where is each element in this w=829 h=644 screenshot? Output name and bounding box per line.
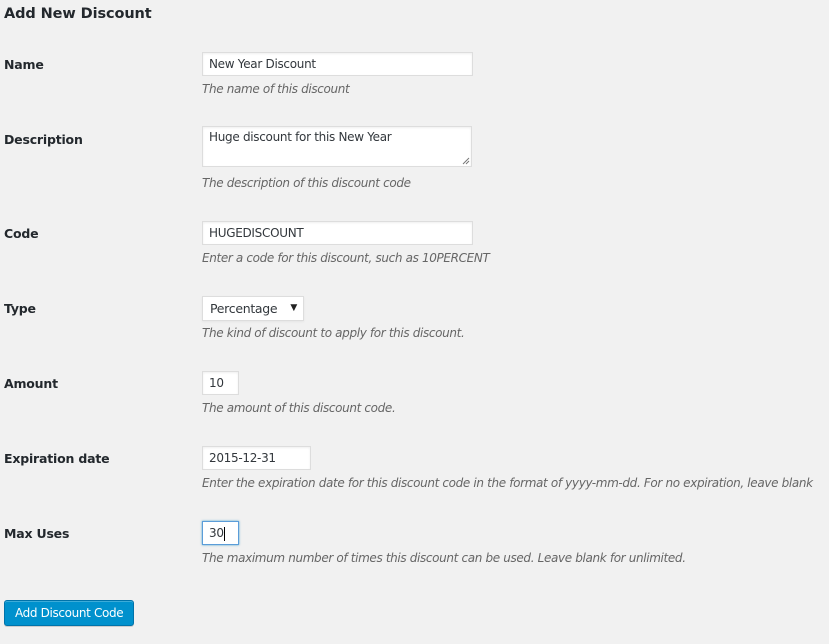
type-label: Type <box>4 301 36 316</box>
max-uses-input[interactable]: 30 <box>202 521 239 545</box>
type-select[interactable]: Percentage ▼ <box>202 296 304 321</box>
code-description: Enter a code for this discount, such as … <box>202 251 490 265</box>
expiration-date-input[interactable] <box>202 446 311 470</box>
chevron-down-icon: ▼ <box>290 303 297 313</box>
max-uses-label: Max Uses <box>4 526 70 541</box>
page-title: Add New Discount <box>4 6 152 22</box>
code-label: Code <box>4 226 39 241</box>
amount-label: Amount <box>4 376 58 391</box>
amount-description: The amount of this discount code. <box>202 401 396 415</box>
type-description: The kind of discount to apply for this d… <box>202 326 465 340</box>
max-uses-description: The maximum number of times this discoun… <box>202 551 686 565</box>
expiration-label: Expiration date <box>4 451 110 466</box>
max-uses-value: 30 <box>209 526 224 540</box>
name-description: The name of this discount <box>202 82 350 96</box>
description-label: Description <box>4 132 83 147</box>
name-label: Name <box>4 57 44 72</box>
expiration-description: Enter the expiration date for this disco… <box>202 476 813 490</box>
amount-input[interactable] <box>202 371 239 395</box>
type-select-value: Percentage <box>210 301 278 316</box>
code-input[interactable] <box>202 221 473 245</box>
description-description: The description of this discount code <box>202 176 411 190</box>
description-textarea[interactable]: Huge discount for this New Year <box>202 126 472 167</box>
add-discount-code-button[interactable]: Add Discount Code <box>4 600 135 626</box>
text-cursor <box>223 526 225 541</box>
name-input[interactable] <box>202 52 473 76</box>
